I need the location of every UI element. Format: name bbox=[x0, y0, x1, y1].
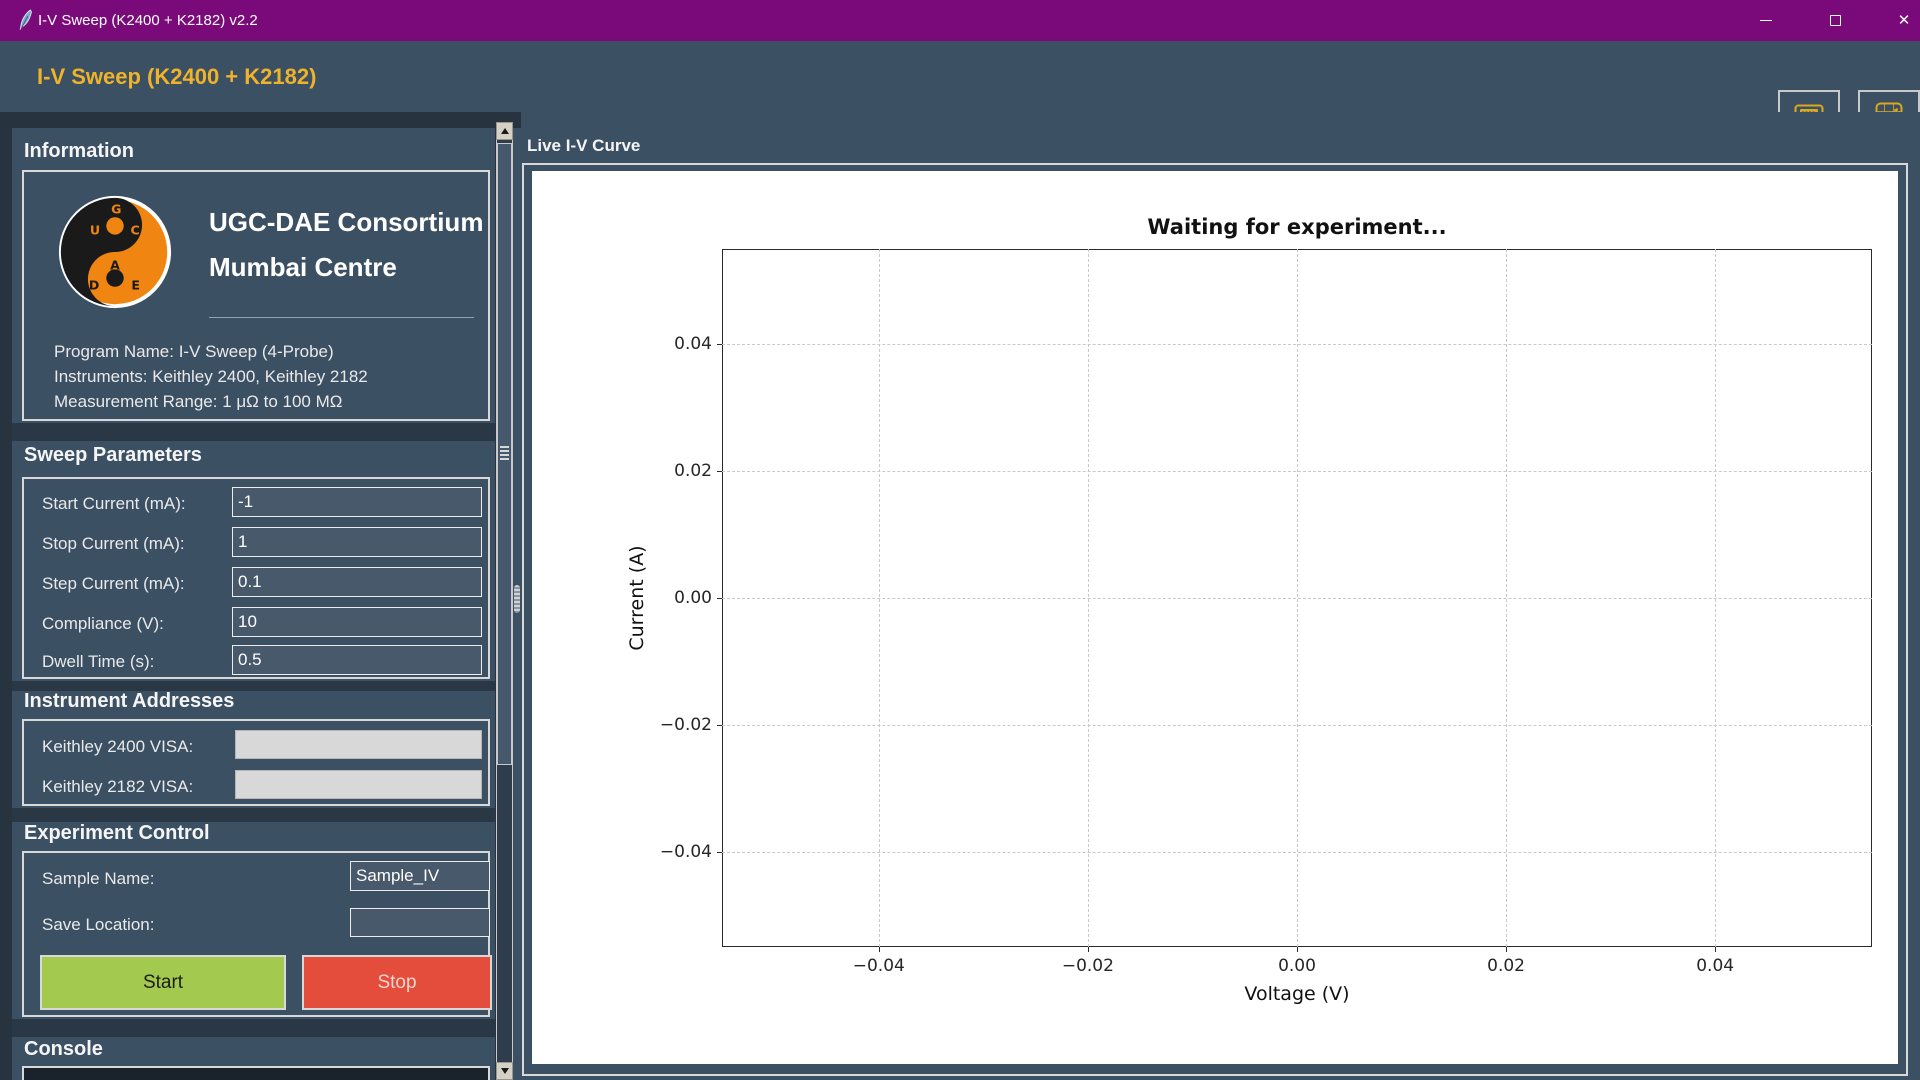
y-tick-label: 0.00 bbox=[642, 588, 712, 608]
x-tickmark bbox=[1715, 947, 1716, 952]
arrow-up-icon bbox=[501, 128, 509, 134]
y-tickmark bbox=[717, 725, 722, 726]
svg-text:C: C bbox=[130, 223, 139, 238]
x-tickmark bbox=[1297, 947, 1298, 952]
section-title-information: Information bbox=[24, 140, 134, 163]
scrollbar-grip bbox=[500, 446, 509, 460]
k2182-visa-combobox[interactable] bbox=[235, 770, 482, 799]
step-current-label: Step Current (mA): bbox=[42, 574, 185, 594]
y-gridline bbox=[722, 725, 1872, 726]
svg-text:G: G bbox=[111, 201, 121, 216]
divider bbox=[12, 423, 495, 441]
app-header: I-V Sweep (K2400 + K2182) bbox=[0, 41, 1920, 112]
scrollbar-up-button[interactable] bbox=[496, 122, 513, 140]
section-title-experiment-control: Experiment Control bbox=[24, 822, 210, 845]
y-gridline bbox=[722, 598, 1872, 599]
k2400-visa-combobox[interactable] bbox=[235, 730, 482, 759]
divider bbox=[12, 808, 495, 822]
app-feather-icon bbox=[18, 9, 34, 36]
k2400-visa-label: Keithley 2400 VISA: bbox=[42, 737, 193, 757]
app-title: I-V Sweep (K2400 + K2182) bbox=[37, 41, 316, 112]
x-tickmark bbox=[1088, 947, 1089, 952]
y-tickmark bbox=[717, 852, 722, 853]
window-title: I-V Sweep (K2400 + K2182) v2.2 bbox=[38, 0, 258, 41]
k2182-visa-label: Keithley 2182 VISA: bbox=[42, 777, 193, 797]
x-tick-label: 0.02 bbox=[1466, 956, 1546, 976]
svg-text:U: U bbox=[90, 223, 100, 238]
x-axis-label: Voltage (V) bbox=[722, 983, 1872, 1005]
x-tick-label: −0.04 bbox=[839, 956, 919, 976]
x-tickmark bbox=[1506, 947, 1507, 952]
instruments-line: Instruments: Keithley 2400, Keithley 218… bbox=[54, 367, 368, 387]
compliance-label: Compliance (V): bbox=[42, 614, 164, 634]
y-tick-label: 0.04 bbox=[642, 334, 712, 354]
x-tick-label: 0.04 bbox=[1675, 956, 1755, 976]
figure: Waiting for experiment... Voltage (V) Cu… bbox=[532, 171, 1898, 1064]
stop-current-input[interactable] bbox=[232, 527, 482, 557]
pane-divider-grip[interactable] bbox=[514, 585, 520, 613]
maximize-icon bbox=[1830, 15, 1841, 26]
section-title-sweep-parameters: Sweep Parameters bbox=[24, 444, 202, 467]
divider bbox=[209, 317, 474, 318]
compliance-input[interactable] bbox=[232, 607, 482, 637]
stop-button[interactable]: Stop bbox=[302, 955, 492, 1010]
dwell-time-label: Dwell Time (s): bbox=[42, 652, 154, 672]
sample-name-input[interactable] bbox=[350, 861, 490, 891]
stop-current-label: Stop Current (mA): bbox=[42, 534, 185, 554]
svg-text:E: E bbox=[131, 278, 140, 293]
save-location-input[interactable] bbox=[350, 908, 490, 937]
y-gridline bbox=[722, 852, 1872, 853]
close-icon: ✕ bbox=[1898, 13, 1911, 28]
org-name-line2: Mumbai Centre bbox=[209, 252, 397, 283]
divider bbox=[12, 1019, 495, 1037]
save-location-label: Save Location: bbox=[42, 915, 154, 935]
section-title-instrument-addresses: Instrument Addresses bbox=[24, 690, 234, 713]
close-button[interactable]: ✕ bbox=[1881, 0, 1920, 41]
information-box: G U C A D E UGC-DAE Consortium Mumbai Ce… bbox=[22, 170, 490, 421]
y-tickmark bbox=[717, 598, 722, 599]
y-tick-label: −0.02 bbox=[642, 715, 712, 735]
y-gridline bbox=[722, 471, 1872, 472]
sweep-parameters-box: Start Current (mA): Stop Current (mA): S… bbox=[22, 477, 490, 679]
minimize-icon bbox=[1760, 20, 1772, 21]
minimize-button[interactable] bbox=[1743, 0, 1789, 41]
arrow-down-icon bbox=[501, 1068, 509, 1074]
maximize-button[interactable] bbox=[1812, 0, 1858, 41]
y-tick-label: 0.02 bbox=[642, 461, 712, 481]
start-current-input[interactable] bbox=[232, 487, 482, 517]
x-tick-label: −0.02 bbox=[1048, 956, 1128, 976]
y-tickmark bbox=[717, 344, 722, 345]
console-output[interactable] bbox=[22, 1066, 490, 1080]
program-name-line: Program Name: I-V Sweep (4-Probe) bbox=[54, 342, 334, 362]
sample-name-label: Sample Name: bbox=[42, 869, 154, 889]
start-button[interactable]: Start bbox=[40, 955, 286, 1010]
instrument-addresses-box: Keithley 2400 VISA: Keithley 2182 VISA: bbox=[22, 719, 490, 806]
dwell-time-input[interactable] bbox=[232, 645, 482, 675]
section-title-live-iv-curve: Live I-V Curve bbox=[527, 136, 640, 156]
y-tick-label: −0.04 bbox=[642, 842, 712, 862]
range-line: Measurement Range: 1 μΩ to 100 MΩ bbox=[54, 392, 342, 412]
org-name-line1: UGC-DAE Consortium bbox=[209, 207, 483, 238]
svg-text:A: A bbox=[110, 257, 120, 272]
x-tick-label: 0.00 bbox=[1257, 956, 1337, 976]
section-title-console: Console bbox=[24, 1038, 103, 1061]
y-gridline bbox=[722, 344, 1872, 345]
ugc-dae-logo: G U C A D E bbox=[56, 194, 174, 315]
window-titlebar[interactable]: I-V Sweep (K2400 + K2182) v2.2 ✕ bbox=[0, 0, 1920, 41]
step-current-input[interactable] bbox=[232, 567, 482, 597]
x-tickmark bbox=[879, 947, 880, 952]
y-tickmark bbox=[717, 471, 722, 472]
svg-text:D: D bbox=[89, 278, 99, 293]
chart-title: Waiting for experiment... bbox=[722, 215, 1872, 239]
start-current-label: Start Current (mA): bbox=[42, 494, 186, 514]
scrollbar-down-button[interactable] bbox=[496, 1062, 513, 1080]
